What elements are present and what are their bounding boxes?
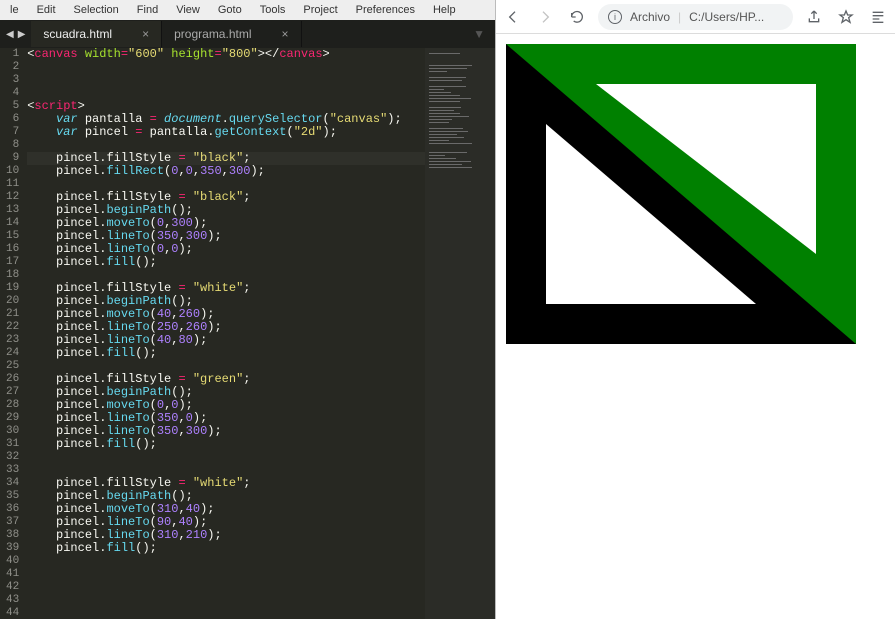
menu-preferences[interactable]: Preferences (350, 2, 421, 18)
code-editor-window: le Edit Selection Find View Goto Tools P… (0, 0, 495, 619)
menu-file[interactable]: le (4, 2, 25, 18)
back-button[interactable] (502, 6, 524, 28)
menu-edit[interactable]: Edit (31, 2, 62, 18)
menu-tools[interactable]: Tools (254, 2, 292, 18)
page-viewport (496, 34, 895, 619)
menu-goto[interactable]: Goto (212, 2, 248, 18)
arrow-left-icon (505, 9, 521, 25)
star-icon (838, 9, 854, 25)
info-icon: i (608, 10, 622, 24)
code-area[interactable]: 1234567891011121314151617181920212223242… (0, 48, 495, 619)
share-button[interactable] (803, 6, 825, 28)
reader-button[interactable] (867, 6, 889, 28)
tab-overflow-icon[interactable]: ▼ (463, 27, 495, 41)
tab-scuadra[interactable]: scuadra.html × (31, 21, 162, 47)
menu-project[interactable]: Project (297, 2, 343, 18)
address-bar[interactable]: i Archivo | C:/Users/HP... (598, 4, 793, 30)
forward-button[interactable] (534, 6, 556, 28)
share-icon (806, 9, 822, 25)
address-prefix: Archivo (630, 10, 670, 24)
menu-find[interactable]: Find (131, 2, 164, 18)
reload-button[interactable] (566, 6, 588, 28)
menu-selection[interactable]: Selection (68, 2, 125, 18)
tab-label: programa.html (174, 27, 251, 41)
tab-label: scuadra.html (43, 27, 112, 41)
code-content[interactable]: <canvas width="600" height="800"></canva… (27, 48, 425, 619)
reload-icon (569, 9, 585, 25)
menu-view[interactable]: View (170, 2, 206, 18)
close-icon[interactable]: × (282, 27, 289, 41)
close-icon[interactable]: × (142, 27, 149, 41)
arrow-right-icon (537, 9, 553, 25)
minimap[interactable] (425, 48, 495, 619)
address-path: C:/Users/HP... (689, 10, 764, 24)
tab-bar: ◀ ▶ scuadra.html × programa.html × ▼ (0, 20, 495, 48)
bookmark-button[interactable] (835, 6, 857, 28)
menu-bar: le Edit Selection Find View Goto Tools P… (0, 0, 495, 20)
reader-icon (870, 9, 886, 25)
tab-programa[interactable]: programa.html × (162, 21, 301, 47)
menu-help[interactable]: Help (427, 2, 462, 18)
canvas-render (506, 44, 856, 344)
browser-toolbar: i Archivo | C:/Users/HP... (496, 0, 895, 34)
line-gutter: 1234567891011121314151617181920212223242… (0, 48, 27, 619)
browser-window: i Archivo | C:/Users/HP... (495, 0, 895, 619)
tab-nav-back-icon[interactable]: ◀ (6, 29, 14, 40)
tab-nav-fwd-icon[interactable]: ▶ (18, 29, 26, 40)
